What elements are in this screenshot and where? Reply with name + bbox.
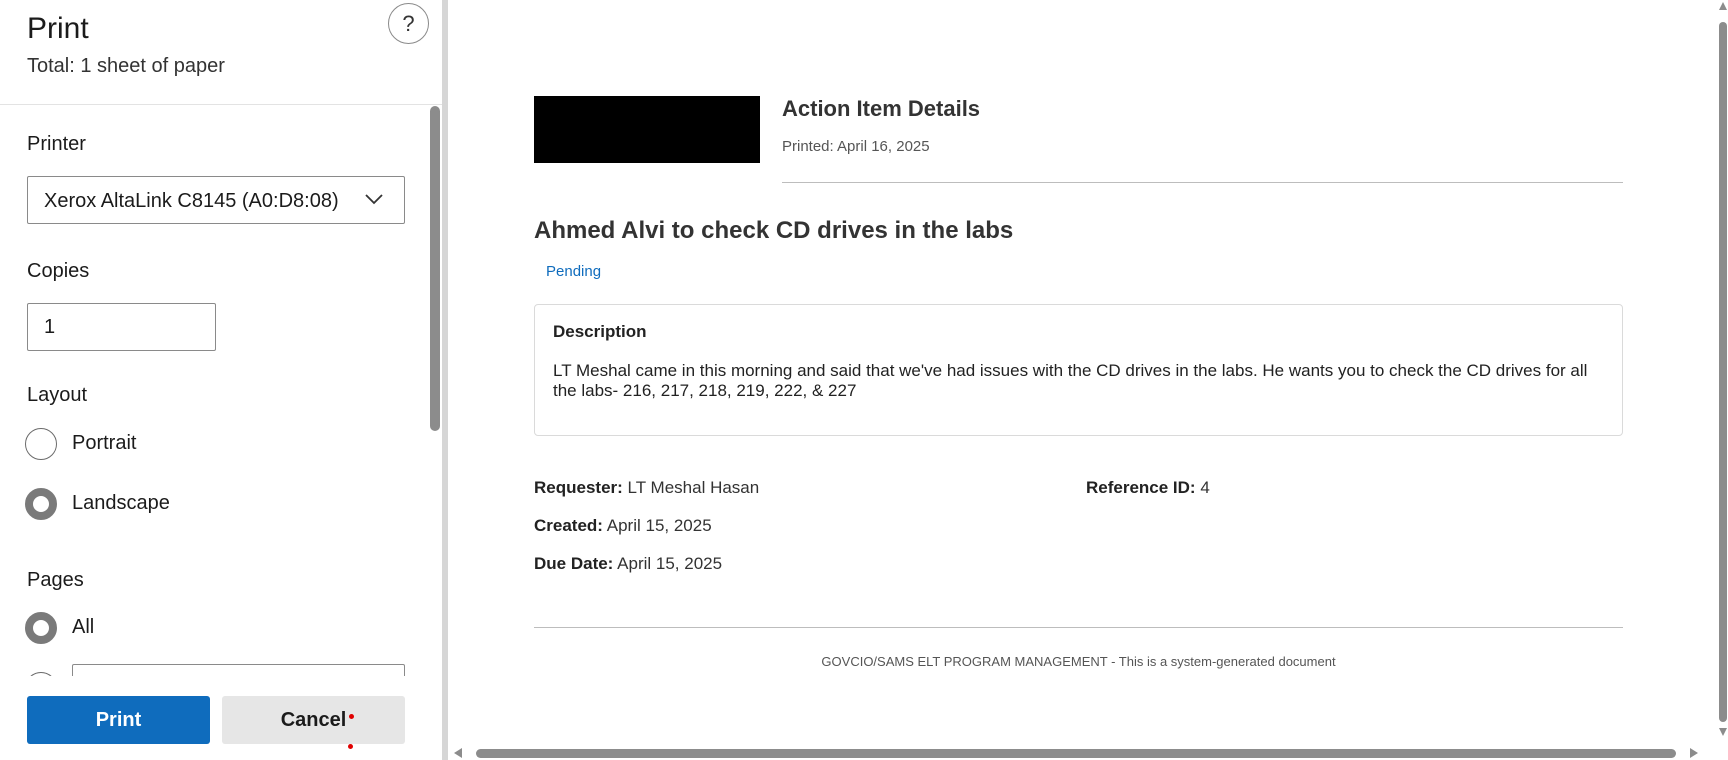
panel-footer: Print Cancel (0, 676, 442, 760)
printer-label: Printer (27, 133, 86, 155)
scroll-down-icon[interactable] (1718, 726, 1728, 738)
action-item-title: Ahmed Alvi to check CD drives in the lab… (534, 217, 1014, 244)
panel-scrollbar[interactable] (430, 106, 440, 676)
reference-label: Reference ID: (1086, 478, 1196, 497)
cancel-button[interactable]: Cancel (222, 696, 405, 744)
cursor-dot (348, 744, 353, 749)
pages-label: Pages (27, 569, 84, 591)
printer-select[interactable]: Xerox AltaLink C8145 (A0:D8:08) (27, 176, 405, 224)
created-value: April 15, 2025 (606, 516, 712, 535)
preview-horizontal-thumb[interactable] (476, 749, 1676, 758)
portrait-label: Portrait (72, 432, 137, 454)
sheet-count: Total: 1 sheet of paper (27, 55, 225, 77)
reference-field: Reference ID: 4 (1086, 478, 1210, 498)
reference-value: 4 (1200, 478, 1210, 497)
requester-value: LT Meshal Hasan (627, 478, 760, 497)
scroll-left-icon[interactable] (452, 747, 464, 759)
landscape-label: Landscape (72, 492, 170, 514)
pages-range-input[interactable] (72, 664, 405, 676)
created-label: Created: (534, 516, 603, 535)
all-label: All (72, 616, 95, 638)
due-date-value: April 15, 2025 (617, 554, 723, 573)
print-preview: Action Item Details Printed: April 16, 2… (448, 0, 1728, 760)
print-panel: Print Total: 1 sheet of paper ? Printer … (0, 0, 442, 760)
panel-title: Print (27, 12, 89, 45)
copies-input[interactable]: 1 (27, 303, 216, 351)
cursor-dot (349, 714, 354, 719)
settings-scroll-area: Printer Xerox AltaLink C8145 (A0:D8:08) … (0, 106, 430, 676)
panel-scrollbar-thumb[interactable] (430, 106, 440, 431)
help-icon: ? (402, 11, 415, 36)
preview-vertical-scrollbar[interactable] (1718, 0, 1728, 740)
due-date-label: Due Date: (534, 554, 614, 573)
radio-portrait[interactable] (25, 428, 57, 460)
footer-divider (534, 627, 1623, 628)
created-field: Created: April 15, 2025 (534, 516, 712, 536)
layout-label: Layout (27, 384, 88, 406)
document-header-title: Action Item Details (782, 96, 981, 121)
radio-all[interactable] (25, 612, 57, 644)
printer-value: Xerox AltaLink C8145 (A0:D8:08) (44, 190, 339, 212)
document-footer: GOVCIO/SAMS ELT PROGRAM MANAGEMENT - Thi… (821, 654, 1336, 669)
due-date-field: Due Date: April 15, 2025 (534, 554, 722, 574)
help-button[interactable]: ? (388, 3, 429, 44)
description-text: LT Meshal came in this morning and said … (553, 361, 1588, 400)
copies-label: Copies (27, 260, 90, 282)
description-heading: Description (553, 322, 647, 341)
requester-label: Requester: (534, 478, 623, 497)
scroll-up-icon[interactable] (1718, 0, 1728, 12)
preview-horizontal-scrollbar[interactable] (448, 746, 1718, 760)
requester-field: Requester: LT Meshal Hasan (534, 478, 759, 498)
panel-header: Print Total: 1 sheet of paper ? (0, 0, 442, 105)
print-button[interactable]: Print (27, 696, 210, 744)
header-divider (782, 182, 1623, 183)
chevron-down-icon (364, 189, 384, 214)
description-box: Description LT Meshal came in this morni… (534, 304, 1623, 436)
redacted-logo (534, 96, 760, 163)
printed-date: Printed: April 16, 2025 (782, 138, 930, 155)
scroll-right-icon[interactable] (1688, 747, 1700, 759)
status-badge: Pending (546, 263, 602, 280)
radio-landscape[interactable] (25, 488, 57, 520)
preview-vertical-thumb[interactable] (1719, 22, 1727, 722)
